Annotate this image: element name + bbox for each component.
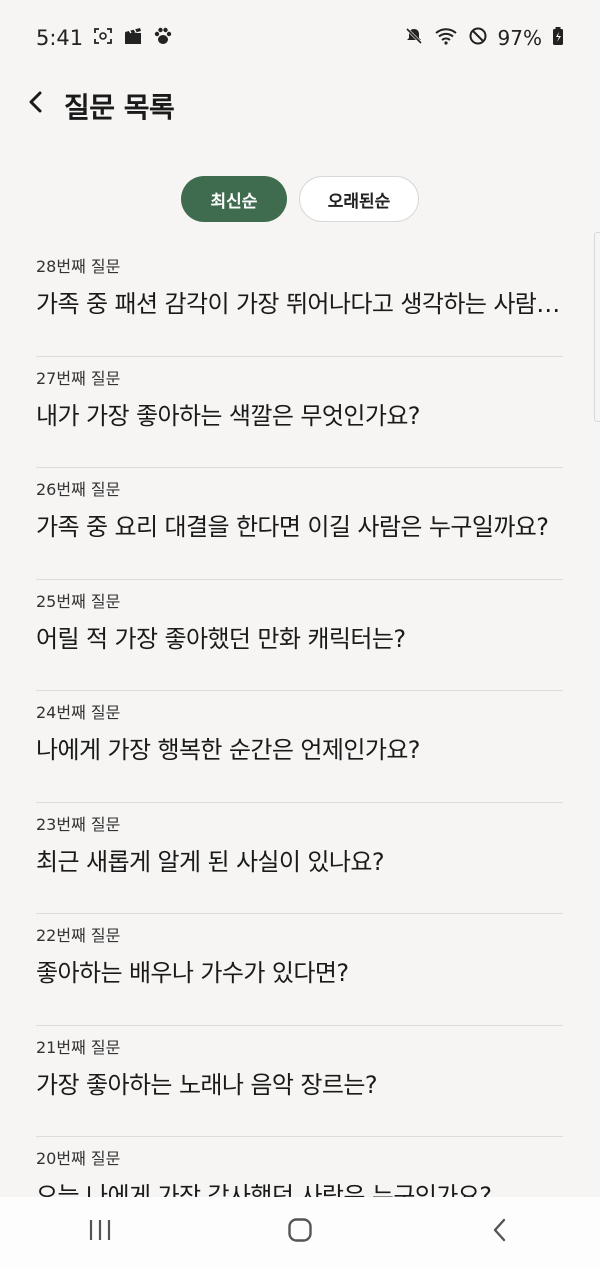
system-back-button[interactable]: [460, 1202, 540, 1262]
list-item[interactable]: 20번째 질문 오늘 나에게 가장 감사했던 사람은 누구인가요?: [36, 1137, 563, 1197]
list-item[interactable]: 24번째 질문 나에게 가장 행복한 순간은 언제인가요?: [36, 691, 563, 803]
question-text: 가족 중 요리 대결을 한다면 이길 사람은 누구일까요?: [36, 513, 549, 541]
question-list: 28번째 질문 가족 중 패션 감각이 가장 뛰어나다고 생각하는 사람은 누구…: [36, 245, 563, 1197]
clapper-icon: [123, 27, 143, 49]
battery-icon: [552, 26, 564, 50]
question-text: 최근 새롭게 알게 된 사실이 있나요?: [36, 847, 385, 876]
scroll-indicator[interactable]: [594, 232, 600, 422]
question-number: 28번째 질문: [36, 257, 121, 276]
question-text: 오늘 나에게 가장 감사했던 사람은 누구인가요?: [36, 1182, 492, 1197]
sort-toggle: 최신순 오래된순: [0, 176, 600, 224]
mute-icon: [404, 26, 424, 50]
question-number: 22번째 질문: [36, 926, 121, 945]
question-text: 가장 좋아하는 노래나 음악 장르는?: [36, 1070, 378, 1099]
back-button[interactable]: [18, 86, 54, 122]
question-number: 23번째 질문: [36, 814, 121, 834]
question-text: 내가 가장 좋아하는 색깔은 무엇인가요?: [36, 401, 421, 430]
system-nav-bar: [0, 1197, 600, 1267]
question-number: 20번째 질문: [36, 1149, 121, 1168]
page-title: 질문 목록: [64, 91, 175, 124]
sort-oldest-button[interactable]: 오래된순: [299, 176, 419, 222]
question-number: 25번째 질문: [36, 591, 121, 611]
list-item[interactable]: 23번째 질문 최근 새롭게 알게 된 사실이 있나요?: [36, 803, 563, 914]
list-item[interactable]: 21번째 질문 가장 좋아하는 노래나 음악 장르는?: [36, 1026, 563, 1137]
list-item[interactable]: 28번째 질문 가족 중 패션 감각이 가장 뛰어나다고 생각하는 사람은 누구…: [36, 245, 563, 357]
question-text: 좋아하는 배우나 가수가 있다면?: [36, 959, 349, 987]
home-icon: [287, 1217, 313, 1247]
dnd-icon: [468, 26, 488, 50]
home-button[interactable]: [260, 1202, 340, 1262]
status-bar: 5:41 97%: [0, 0, 600, 76]
screenshot-icon: [93, 27, 113, 49]
status-right: 97%: [404, 26, 564, 50]
recent-apps-icon: [87, 1218, 113, 1246]
app-header: 질문 목록: [0, 76, 600, 132]
status-left: 5:41: [36, 26, 173, 50]
chevron-left-icon: [26, 90, 46, 118]
status-time: 5:41: [36, 26, 84, 50]
question-number: 27번째 질문: [36, 368, 121, 388]
wifi-icon: [434, 26, 458, 50]
question-number: 21번째 질문: [36, 1037, 121, 1057]
list-item[interactable]: 22번째 질문 좋아하는 배우나 가수가 있다면?: [36, 914, 563, 1026]
question-number: 26번째 질문: [36, 480, 121, 499]
question-text: 어릴 적 가장 좋아했던 만화 캐릭터는?: [36, 624, 406, 653]
list-item[interactable]: 25번째 질문 어릴 적 가장 좋아했던 만화 캐릭터는?: [36, 580, 563, 691]
paw-icon: [153, 27, 173, 49]
list-item[interactable]: 27번째 질문 내가 가장 좋아하는 색깔은 무엇인가요?: [36, 357, 563, 468]
sort-latest-button[interactable]: 최신순: [181, 176, 287, 222]
question-number: 24번째 질문: [36, 703, 121, 722]
list-item[interactable]: 26번째 질문 가족 중 요리 대결을 한다면 이길 사람은 누구일까요?: [36, 468, 563, 580]
back-icon: [491, 1217, 509, 1247]
question-text: 가족 중 패션 감각이 가장 뛰어나다고 생각하는 사람은 누구인가요?: [36, 290, 563, 318]
recent-apps-button[interactable]: [60, 1202, 140, 1262]
question-text: 나에게 가장 행복한 순간은 언제인가요?: [36, 736, 421, 764]
battery-percent: 97%: [497, 26, 542, 50]
